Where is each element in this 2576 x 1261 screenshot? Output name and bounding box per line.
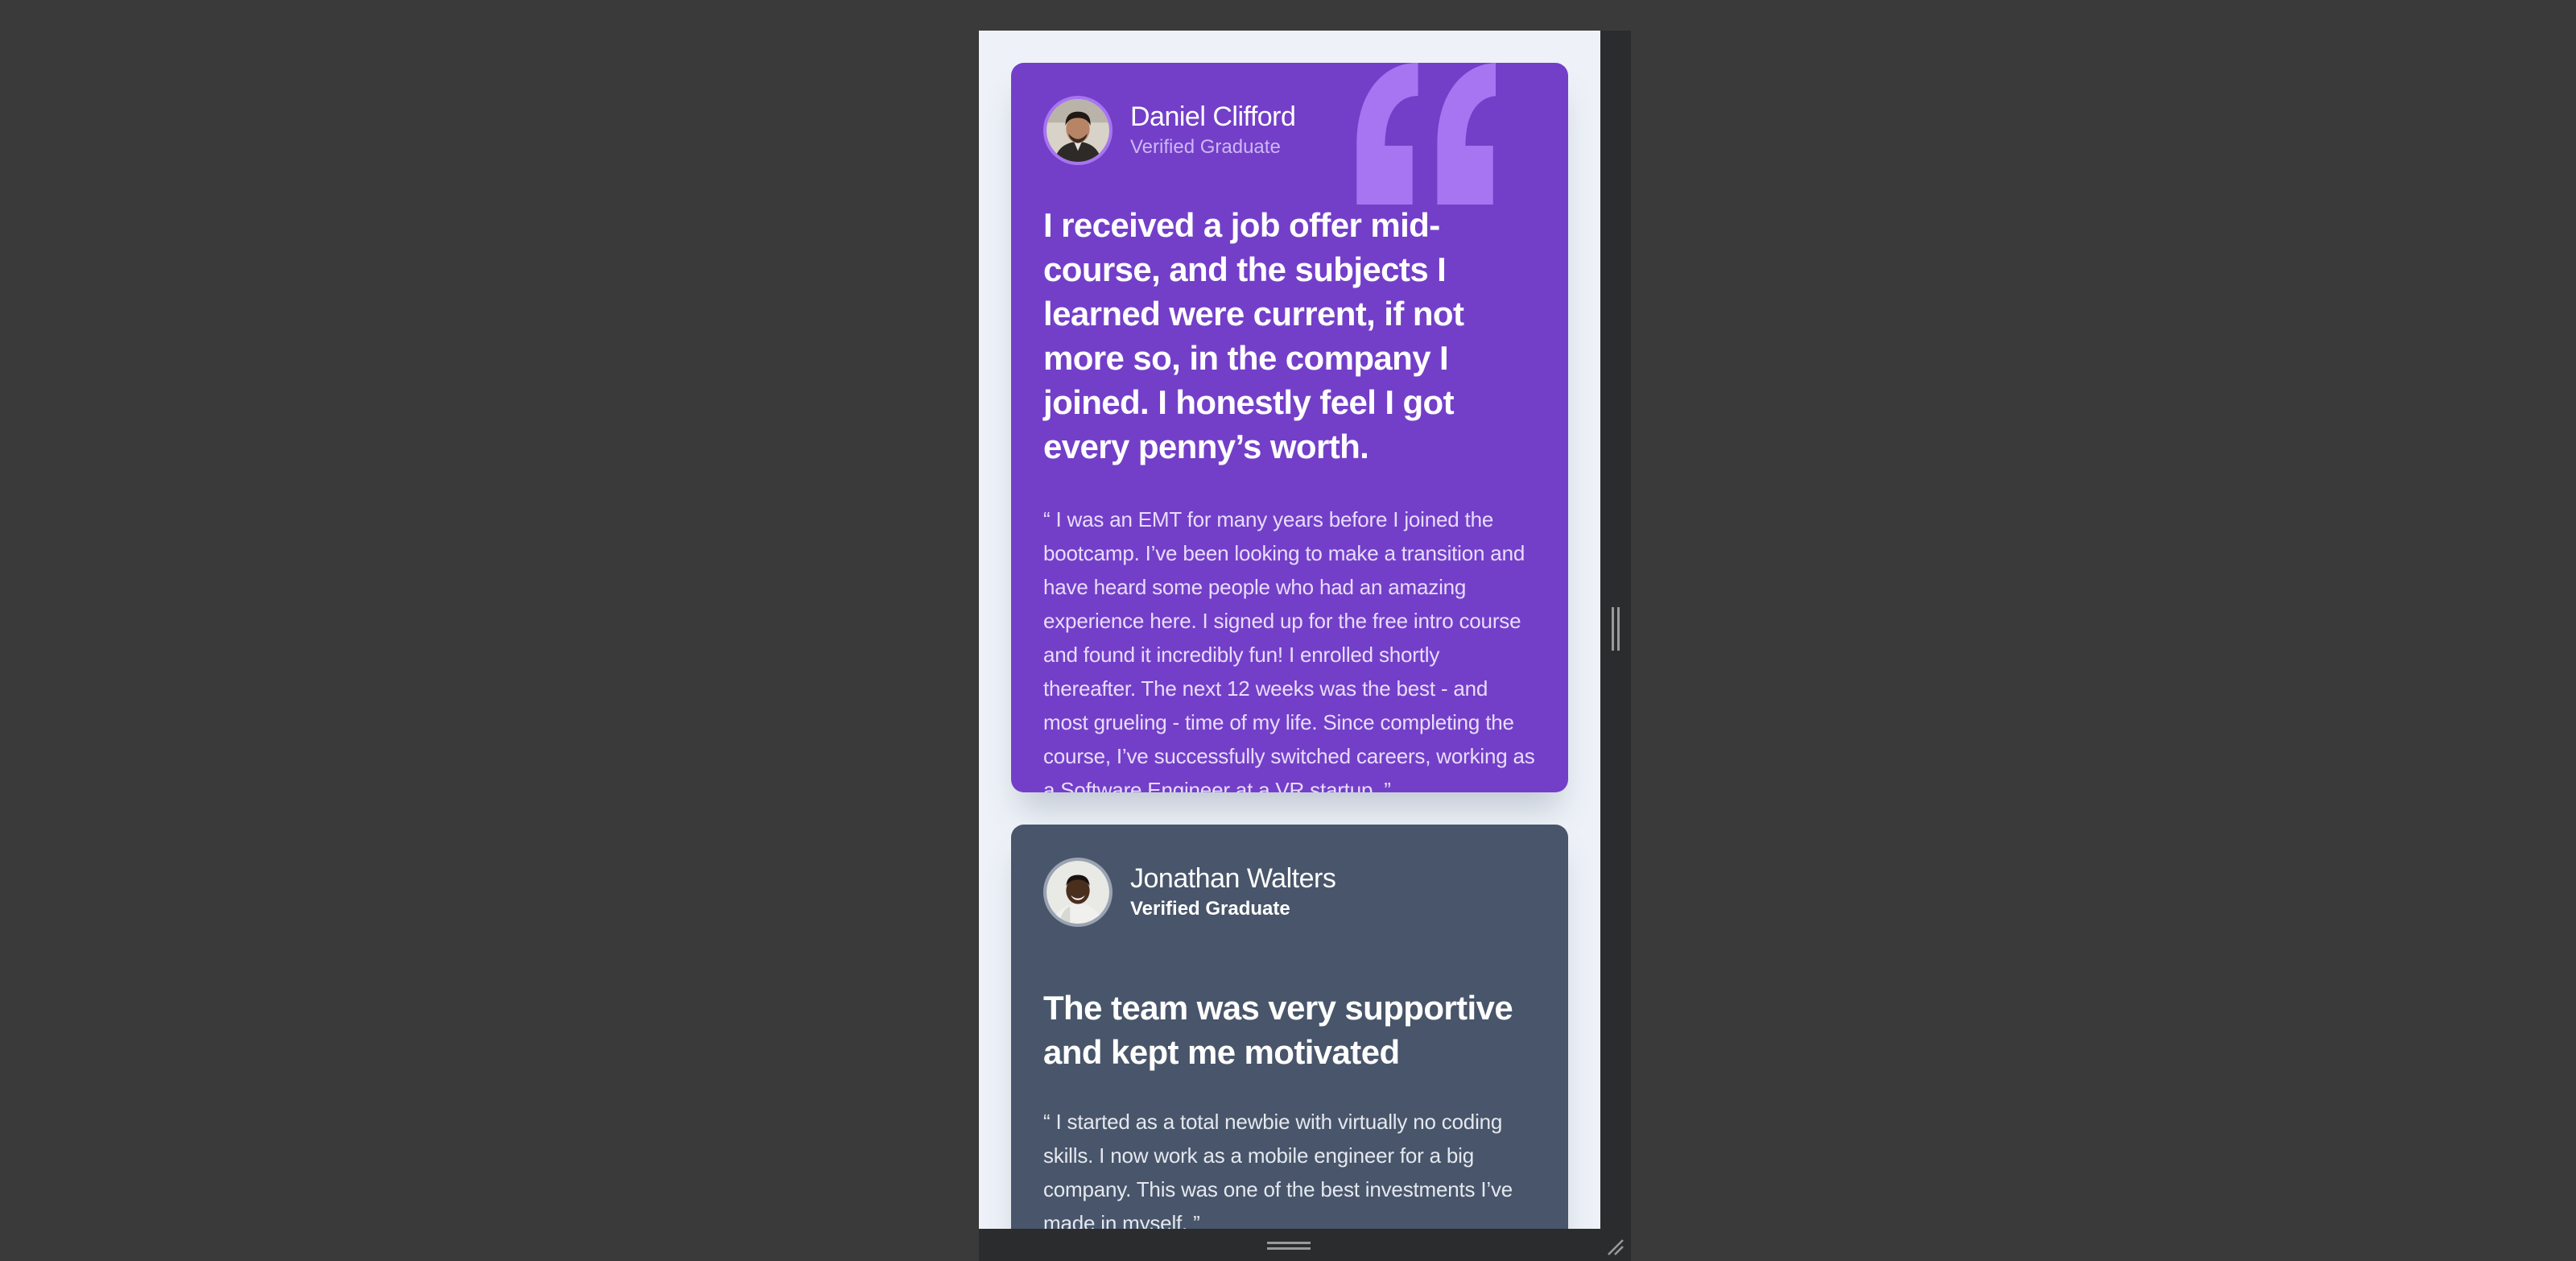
resize-corner-icon[interactable]: [1605, 1237, 1624, 1256]
testimonial-headline: I received a job offer mid-course, and t…: [1043, 206, 1464, 465]
testimonial-card-daniel: Daniel Clifford Verified Graduate I rece…: [1011, 63, 1568, 792]
avatar: [1043, 858, 1113, 927]
vertical-resize-bar[interactable]: [1600, 31, 1631, 1229]
card-header: Daniel Clifford Verified Graduate: [1043, 95, 1536, 166]
testimonial-headline: The team was very supportive and kept me…: [1043, 989, 1513, 1071]
horizontal-resize-bar[interactable]: [979, 1229, 1631, 1261]
author-name: Daniel Clifford: [1130, 101, 1296, 132]
card-header: Jonathan Walters Verified Graduate: [1043, 857, 1536, 928]
author-name: Jonathan Walters: [1130, 863, 1336, 894]
testimonial-body: “ I was an EMT for many years before I j…: [1043, 507, 1535, 792]
testimonial-body: “ I started as a total newbie with virtu…: [1043, 1110, 1513, 1229]
author-role: Verified Graduate: [1130, 898, 1290, 920]
author-role: Verified Graduate: [1130, 136, 1281, 158]
resize-grip-icon[interactable]: [1612, 607, 1620, 651]
resize-grip-icon[interactable]: [1267, 1242, 1311, 1250]
avatar: [1043, 96, 1113, 165]
viewport-frame: Daniel Clifford Verified Graduate I rece…: [979, 31, 1600, 1229]
testimonial-card-jonathan: Jonathan Walters Verified Graduate The t…: [1011, 825, 1568, 1229]
